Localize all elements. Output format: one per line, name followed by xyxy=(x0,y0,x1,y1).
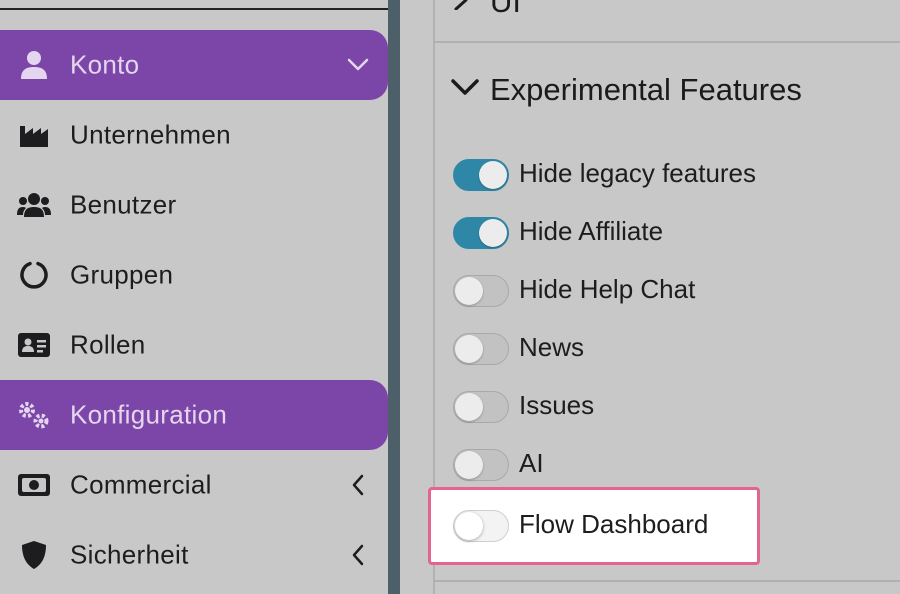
chevron-right-icon[interactable] xyxy=(452,0,474,15)
shield-icon xyxy=(17,538,51,572)
section-title-experimental-features[interactable]: Experimental Features xyxy=(490,72,802,108)
sidebar-item-konto[interactable]: Konto xyxy=(0,30,388,100)
toggle-knob xyxy=(455,335,483,363)
toggle-knob xyxy=(455,512,483,540)
toggle-switch[interactable] xyxy=(453,510,509,542)
toggle-label: Hide Affiliate xyxy=(519,216,664,246)
sidebar-item-label: Sicherheit xyxy=(70,539,189,570)
sidebar-item-unternehmen[interactable]: Unternehmen xyxy=(0,100,388,170)
users-icon xyxy=(17,188,51,222)
circle-notch-icon xyxy=(17,258,51,292)
chevron-left-icon[interactable] xyxy=(346,473,370,497)
sidebar-item-label: Rollen xyxy=(70,329,146,360)
toggle-switch[interactable] xyxy=(453,391,509,423)
toggle-label: Issues xyxy=(519,390,595,420)
sidebar-item-benutzer[interactable]: Benutzer xyxy=(0,170,388,240)
toggle-label: Flow Dashboard xyxy=(519,509,709,539)
section-divider xyxy=(433,41,900,43)
sidebar-item-commercial[interactable]: Commercial xyxy=(0,450,388,520)
sidebar: Konto Unternehmen Benutzer Gruppen Rolle… xyxy=(0,0,388,594)
money-bill-icon xyxy=(17,468,51,502)
sidebar-item-gruppen[interactable]: Gruppen xyxy=(0,240,388,310)
sidebar-item-rollen[interactable]: Rollen xyxy=(0,310,388,380)
sidebar-item-label: Unternehmen xyxy=(70,119,231,150)
section-divider xyxy=(433,580,900,582)
chevron-down-icon[interactable] xyxy=(450,78,480,103)
sidebar-item-label: Konto xyxy=(70,49,140,80)
toggle-switch[interactable] xyxy=(453,333,509,365)
gears-icon xyxy=(17,398,51,432)
chevron-left-icon[interactable] xyxy=(346,543,370,567)
highlight-box: Flow Dashboard xyxy=(428,487,760,565)
toggle-knob xyxy=(455,277,483,305)
toggle-label: Hide Help Chat xyxy=(519,274,696,304)
toggle-switch[interactable] xyxy=(453,275,509,307)
toggle-knob xyxy=(479,219,507,247)
sidebar-top-border xyxy=(0,8,388,10)
sidebar-divider[interactable] xyxy=(388,0,400,594)
toggle-knob xyxy=(479,161,507,189)
user-icon xyxy=(17,48,51,82)
toggle-knob xyxy=(455,393,483,421)
chevron-down-icon[interactable] xyxy=(346,53,370,77)
toggle-switch[interactable] xyxy=(453,217,509,249)
sidebar-item-sicherheit[interactable]: Sicherheit xyxy=(0,520,388,590)
toggle-label: News xyxy=(519,332,585,362)
sidebar-item-label: Benutzer xyxy=(70,189,177,220)
sidebar-item-konfiguration[interactable]: Konfiguration xyxy=(0,380,388,450)
toggle-switch[interactable] xyxy=(453,159,509,191)
sidebar-item-label: Gruppen xyxy=(70,259,174,290)
sidebar-item-label: Konfiguration xyxy=(70,399,228,430)
toggle-knob xyxy=(455,451,483,479)
toggle-switch[interactable] xyxy=(453,449,509,481)
section-title-ui[interactable]: UI xyxy=(490,0,521,20)
toggle-label: Hide legacy features xyxy=(519,158,757,188)
factory-icon xyxy=(17,118,51,152)
id-card-icon xyxy=(17,328,51,362)
toggle-label: AI xyxy=(519,448,544,478)
sidebar-item-label: Commercial xyxy=(70,469,212,500)
